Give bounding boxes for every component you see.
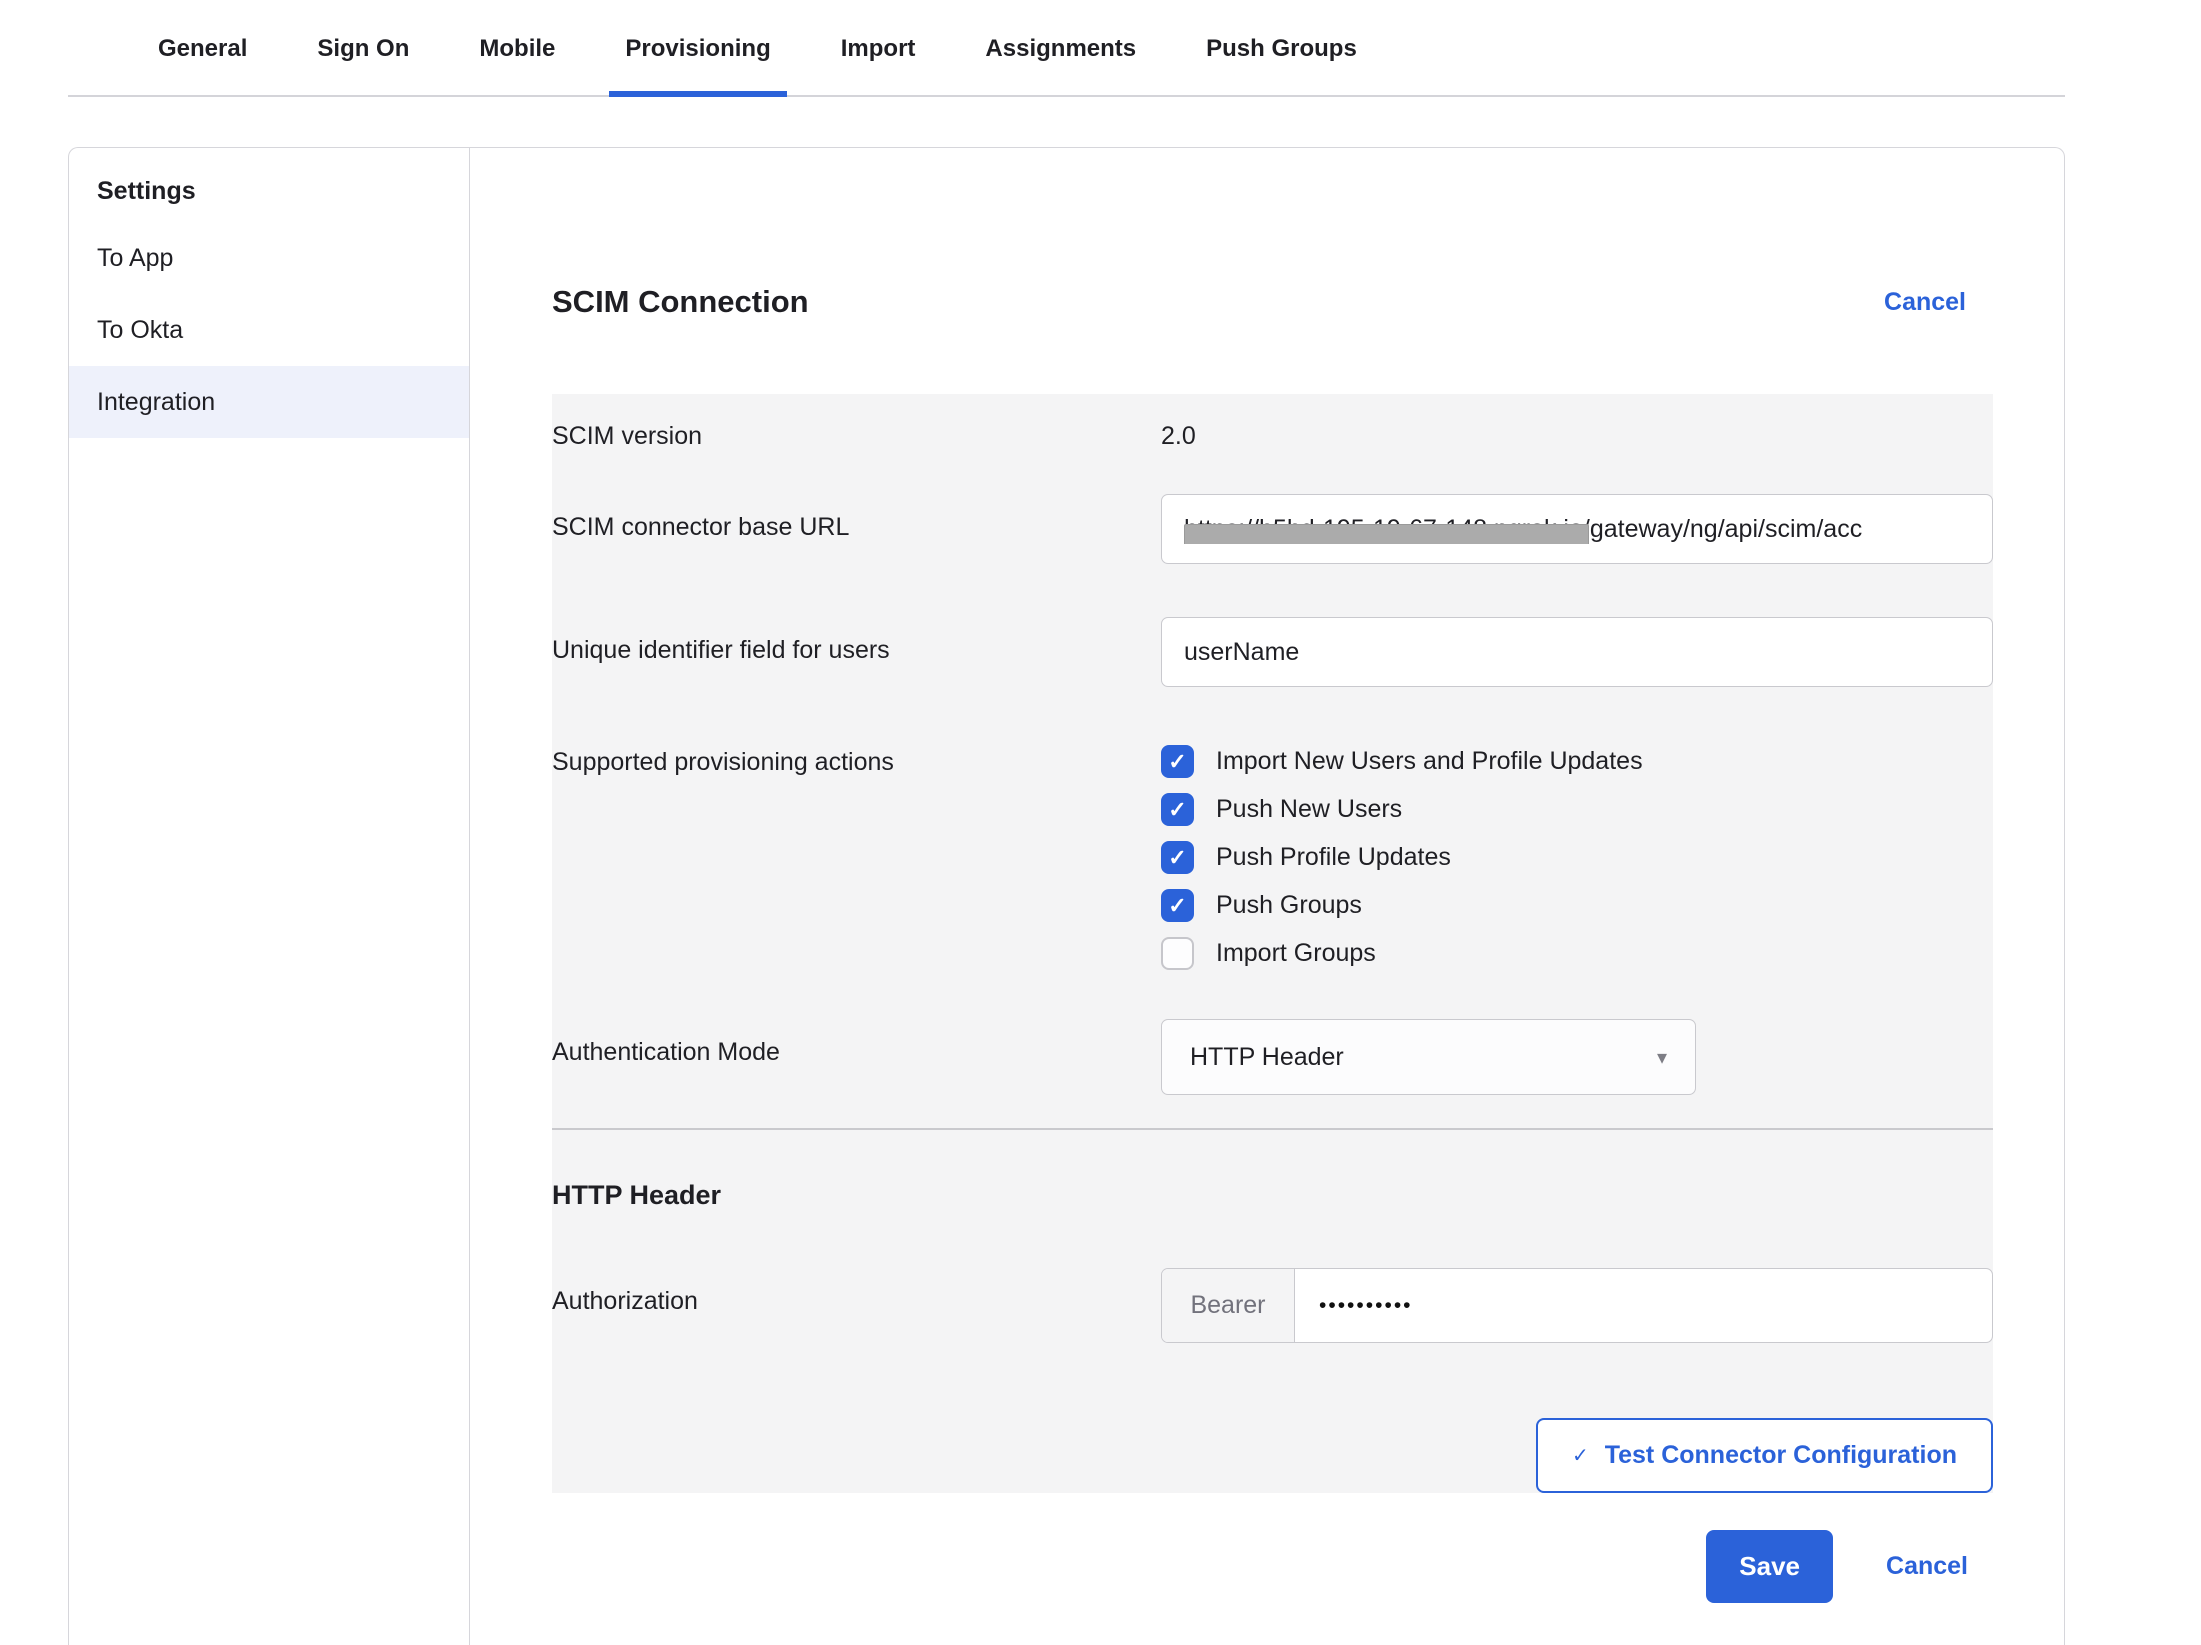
tab-general[interactable]: General — [142, 0, 263, 97]
page-title: SCIM Connection — [552, 284, 809, 320]
save-button[interactable]: Save — [1706, 1530, 1833, 1603]
form-footer: Save Cancel — [552, 1530, 1993, 1603]
check-icon: ✓ — [1168, 895, 1186, 917]
test-connector-row: ✓ Test Connector Configuration — [552, 1418, 1993, 1493]
scim-version-value: 2.0 — [1161, 418, 1993, 451]
check-row-import-groups: ✓ Import Groups — [1161, 937, 1993, 970]
bearer-prefix: Bearer — [1162, 1269, 1295, 1342]
checkbox-push-profile-updates[interactable]: ✓ — [1161, 841, 1194, 874]
unique-identifier-input[interactable]: userName — [1161, 617, 1993, 687]
authentication-mode-label: Authentication Mode — [552, 1019, 1161, 1095]
provisioning-actions-row: Supported provisioning actions ✓ Import … — [552, 745, 1993, 970]
test-connector-label: Test Connector Configuration — [1605, 1441, 1957, 1470]
scim-settings-section: SCIM version 2.0 SCIM connector base URL… — [552, 394, 1993, 1128]
authentication-mode-select[interactable]: HTTP Header ▾ — [1161, 1019, 1696, 1095]
sidebar-item-to-app[interactable]: To App — [69, 222, 469, 294]
checkbox-push-groups[interactable]: ✓ — [1161, 889, 1194, 922]
checkbox-import-groups[interactable]: ✓ — [1161, 937, 1194, 970]
checkbox-import-new-users[interactable]: ✓ — [1161, 745, 1194, 778]
provisioning-actions-label: Supported provisioning actions — [552, 745, 1161, 970]
tab-assignments[interactable]: Assignments — [969, 0, 1152, 97]
scim-version-row: SCIM version 2.0 — [552, 418, 1993, 451]
checkbox-push-new-users[interactable]: ✓ — [1161, 793, 1194, 826]
sidebar-item-integration[interactable]: Integration — [69, 366, 469, 438]
check-row-import-new-users: ✓ Import New Users and Profile Updates — [1161, 745, 1993, 778]
authentication-mode-row: Authentication Mode HTTP Header ▾ — [552, 1019, 1993, 1095]
redaction-bar — [1184, 524, 1589, 544]
http-header-section: HTTP Header Authorization Bearer •••••••… — [552, 1128, 1993, 1493]
base-url-row: SCIM connector base URL https://h5hd-195… — [552, 494, 1993, 564]
base-url-input[interactable]: https://h5hd-195-19-67-148.ngrok.io /gat… — [1161, 494, 1993, 564]
check-row-push-profile-updates: ✓ Push Profile Updates — [1161, 841, 1993, 874]
checkbox-label: Push Groups — [1216, 891, 1362, 920]
check-icon: ✓ — [1168, 751, 1186, 773]
scim-version-label: SCIM version — [552, 418, 1161, 451]
tab-mobile[interactable]: Mobile — [463, 0, 571, 97]
checkbox-label: Import Groups — [1216, 939, 1376, 968]
authorization-input-group: Bearer •••••••••• — [1161, 1268, 1993, 1343]
checkbox-label: Import New Users and Profile Updates — [1216, 747, 1643, 776]
tab-push-groups[interactable]: Push Groups — [1190, 0, 1373, 97]
app-tab-bar: General Sign On Mobile Provisioning Impo… — [68, 0, 2065, 97]
settings-sidebar: Settings To App To Okta Integration — [69, 148, 470, 1645]
test-connector-button[interactable]: ✓ Test Connector Configuration — [1536, 1418, 1993, 1493]
authorization-token-input[interactable]: •••••••••• — [1295, 1269, 1992, 1342]
tab-import[interactable]: Import — [825, 0, 932, 97]
check-row-push-new-users: ✓ Push New Users — [1161, 793, 1993, 826]
base-url-label: SCIM connector base URL — [552, 494, 1161, 564]
unique-identifier-label: Unique identifier field for users — [552, 617, 1161, 687]
cancel-link-bottom[interactable]: Cancel — [1886, 1552, 1968, 1581]
provisioning-actions-list: ✓ Import New Users and Profile Updates ✓… — [1161, 745, 1993, 970]
unique-identifier-value: userName — [1184, 638, 1299, 667]
authorization-label: Authorization — [552, 1268, 1161, 1343]
cancel-link-top[interactable]: Cancel — [1884, 288, 1966, 317]
tab-sign-on[interactable]: Sign On — [301, 0, 425, 97]
check-row-push-groups: ✓ Push Groups — [1161, 889, 1993, 922]
panel-header: SCIM Connection Cancel — [552, 280, 1993, 324]
http-header-title: HTTP Header — [552, 1178, 1993, 1212]
checkbox-label: Push New Users — [1216, 795, 1402, 824]
authentication-mode-value: HTTP Header — [1190, 1043, 1344, 1072]
check-icon: ✓ — [1572, 1443, 1589, 1468]
chevron-down-icon: ▾ — [1657, 1045, 1667, 1070]
unique-identifier-row: Unique identifier field for users userNa… — [552, 617, 1993, 687]
authorization-row: Authorization Bearer •••••••••• — [552, 1268, 1993, 1343]
sidebar-item-to-okta[interactable]: To Okta — [69, 294, 469, 366]
base-url-visible-text: /gateway/ng/api/scim/acc — [1583, 515, 1862, 544]
scim-connection-panel: SCIM Connection Cancel SCIM version 2.0 … — [470, 148, 2064, 1645]
sidebar-title: Settings — [69, 160, 469, 222]
tab-provisioning[interactable]: Provisioning — [609, 0, 786, 97]
check-icon: ✓ — [1168, 799, 1186, 821]
check-icon: ✓ — [1168, 847, 1186, 869]
provisioning-settings-card: Settings To App To Okta Integration SCIM… — [68, 147, 2065, 1645]
checkbox-label: Push Profile Updates — [1216, 843, 1451, 872]
